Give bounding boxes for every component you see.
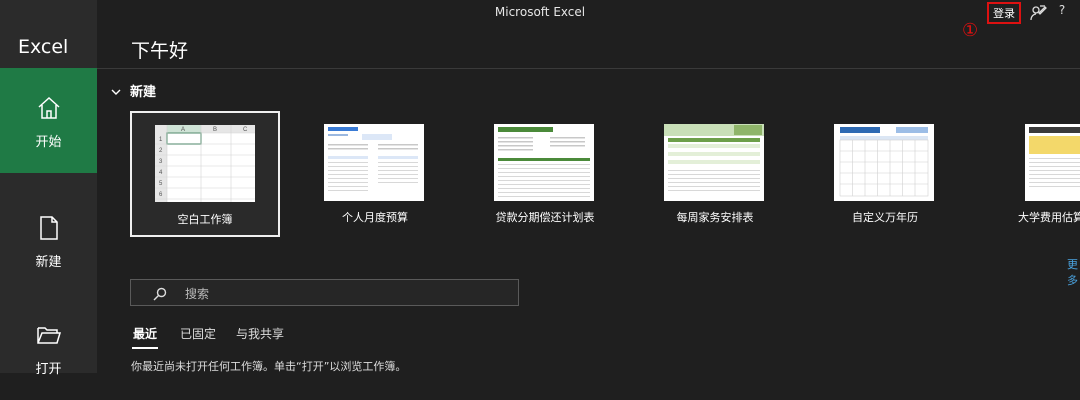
home-icon: [36, 91, 62, 125]
sidebar-item-home[interactable]: 开始: [0, 68, 97, 173]
app-name: Excel: [18, 36, 69, 58]
template-label: 空白工作簿: [177, 213, 233, 226]
greeting: 下午好: [131, 40, 189, 62]
more-templates-link[interactable]: 更多: [1067, 256, 1080, 288]
svg-text:A: A: [181, 127, 185, 133]
search-box[interactable]: [130, 279, 519, 306]
template-label: 每周家务安排表: [676, 211, 754, 224]
sidebar: Excel 开始 新建 打开: [0, 0, 97, 377]
template-personal-budget[interactable]: 个人月度预算: [300, 111, 450, 237]
template-thumbnail: [494, 124, 594, 201]
signin-button[interactable]: 登录: [987, 2, 1021, 24]
tab-pinned[interactable]: 已固定: [180, 325, 216, 342]
template-label: 大学费用估算: [1018, 211, 1080, 224]
feedback-icon[interactable]: [1029, 4, 1047, 22]
window-title: Microsoft Excel: [494, 5, 586, 19]
open-folder-icon: [36, 318, 62, 352]
annotation-marker: ①: [962, 20, 979, 41]
sidebar-item-new[interactable]: 新建: [0, 188, 97, 293]
search-icon: [153, 286, 167, 301]
sidebar-item-open[interactable]: 打开: [0, 295, 97, 400]
template-label: 自定义万年历: [852, 211, 918, 224]
template-custom-calendar[interactable]: 自定义万年历: [810, 111, 960, 237]
template-loan-amortization[interactable]: 贷款分期偿还计划表: [470, 111, 620, 237]
svg-text:B: B: [213, 127, 217, 133]
template-weekly-chores[interactable]: 每周家务安排表: [640, 111, 790, 237]
divider: [97, 68, 1080, 69]
template-thumbnail: [664, 124, 764, 201]
signin-label: 登录: [993, 7, 1015, 20]
sidebar-item-label: 打开: [35, 362, 62, 377]
new-file-icon: [38, 211, 60, 245]
help-button[interactable]: ?: [1055, 3, 1069, 17]
template-college-cost[interactable]: 大学费用估算: [1000, 111, 1080, 237]
chevron-down-icon[interactable]: [110, 83, 122, 95]
tab-active-indicator: [132, 347, 158, 349]
empty-recent-message: 你最近尚未打开任何工作簿。单击“打开”以浏览工作簿。: [131, 360, 407, 373]
template-thumbnail: [1025, 124, 1080, 201]
template-label: 贷款分期偿还计划表: [495, 211, 595, 224]
template-label: 个人月度预算: [342, 211, 408, 224]
section-title-new: 新建: [130, 85, 157, 100]
template-thumbnail: [834, 124, 934, 201]
template-blank-workbook[interactable]: ABC 123 456 空白工作簿: [130, 111, 280, 237]
template-thumbnail: [324, 124, 424, 201]
tab-recent[interactable]: 最近: [133, 325, 157, 342]
tab-shared-with-me[interactable]: 与我共享: [236, 325, 284, 342]
sidebar-item-label: 开始: [35, 135, 62, 150]
svg-text:C: C: [243, 127, 248, 133]
template-thumbnail: ABC 123 456: [155, 125, 255, 202]
search-input[interactable]: [183, 283, 507, 305]
sidebar-item-label: 新建: [35, 255, 62, 270]
